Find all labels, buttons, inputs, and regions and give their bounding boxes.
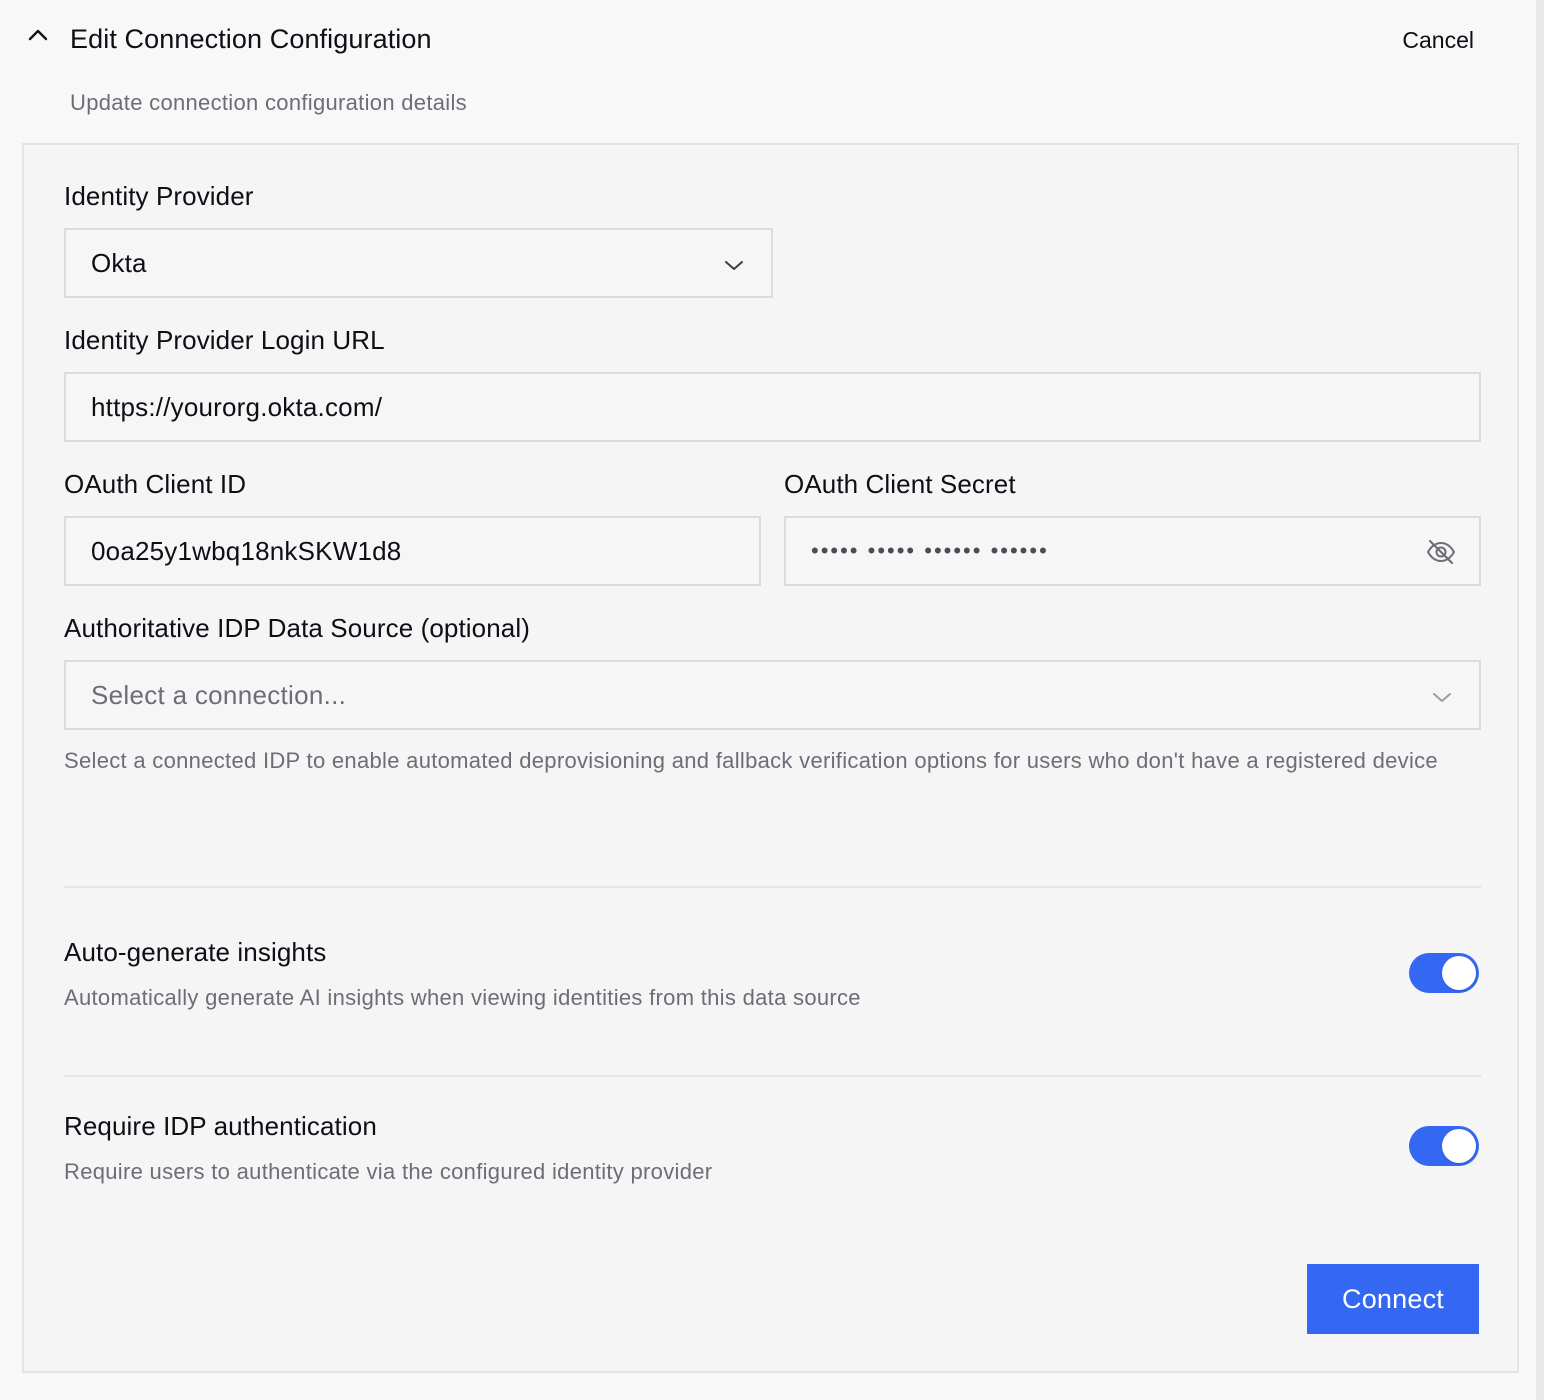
configuration-panel: Identity Provider Okta Identity Provider… [22, 143, 1519, 1373]
data-source-select[interactable]: Select a connection... [64, 660, 1481, 730]
toggle-knob [1442, 1129, 1476, 1163]
data-source-label: Authoritative IDP Data Source (optional) [64, 613, 530, 643]
chevron-up-icon[interactable] [26, 24, 50, 48]
connect-button[interactable]: Connect [1307, 1264, 1479, 1334]
auto-insights-title: Auto-generate insights [64, 937, 327, 967]
header: Edit Connection Configuration Cancel Upd… [0, 0, 1536, 140]
eye-off-icon[interactable] [1425, 536, 1457, 568]
client-id-value: 0oa25y1wbq18nkSKW1d8 [91, 535, 402, 566]
page-title: Edit Connection Configuration [70, 24, 432, 54]
scrollbar-track[interactable] [1536, 0, 1544, 1400]
cancel-button[interactable]: Cancel [1402, 27, 1474, 54]
data-source-placeholder: Select a connection... [91, 679, 347, 710]
toggle-knob [1442, 956, 1476, 990]
client-secret-label: OAuth Client Secret [784, 469, 1016, 499]
client-id-input[interactable]: 0oa25y1wbq18nkSKW1d8 [64, 516, 761, 586]
divider [64, 886, 1481, 888]
data-source-help-text: Select a connected IDP to enable automat… [64, 748, 1438, 773]
login-url-input[interactable]: https://yourorg.okta.com/ [64, 372, 1481, 442]
identity-provider-value: Okta [91, 247, 147, 278]
page-subtitle: Update connection configuration details [70, 90, 467, 115]
chevron-down-icon [1431, 684, 1453, 706]
client-secret-masked-value: ••••• ••••• •••••• •••••• [811, 538, 1049, 563]
identity-provider-label: Identity Provider [64, 181, 254, 211]
login-url-label: Identity Provider Login URL [64, 325, 385, 355]
divider [64, 1075, 1481, 1077]
identity-provider-select[interactable]: Okta [64, 228, 773, 298]
client-id-label: OAuth Client ID [64, 469, 247, 499]
require-idp-auth-toggle[interactable] [1409, 1126, 1479, 1166]
login-url-value: https://yourorg.okta.com/ [91, 391, 383, 422]
require-idp-auth-description: Require users to authenticate via the co… [64, 1159, 713, 1184]
require-idp-auth-title: Require IDP authentication [64, 1111, 377, 1141]
auto-insights-description: Automatically generate AI insights when … [64, 985, 861, 1010]
edit-connection-page: Edit Connection Configuration Cancel Upd… [0, 0, 1544, 1400]
client-secret-input[interactable]: ••••• ••••• •••••• •••••• [784, 516, 1481, 586]
chevron-down-icon [723, 252, 745, 274]
auto-insights-toggle[interactable] [1409, 953, 1479, 993]
